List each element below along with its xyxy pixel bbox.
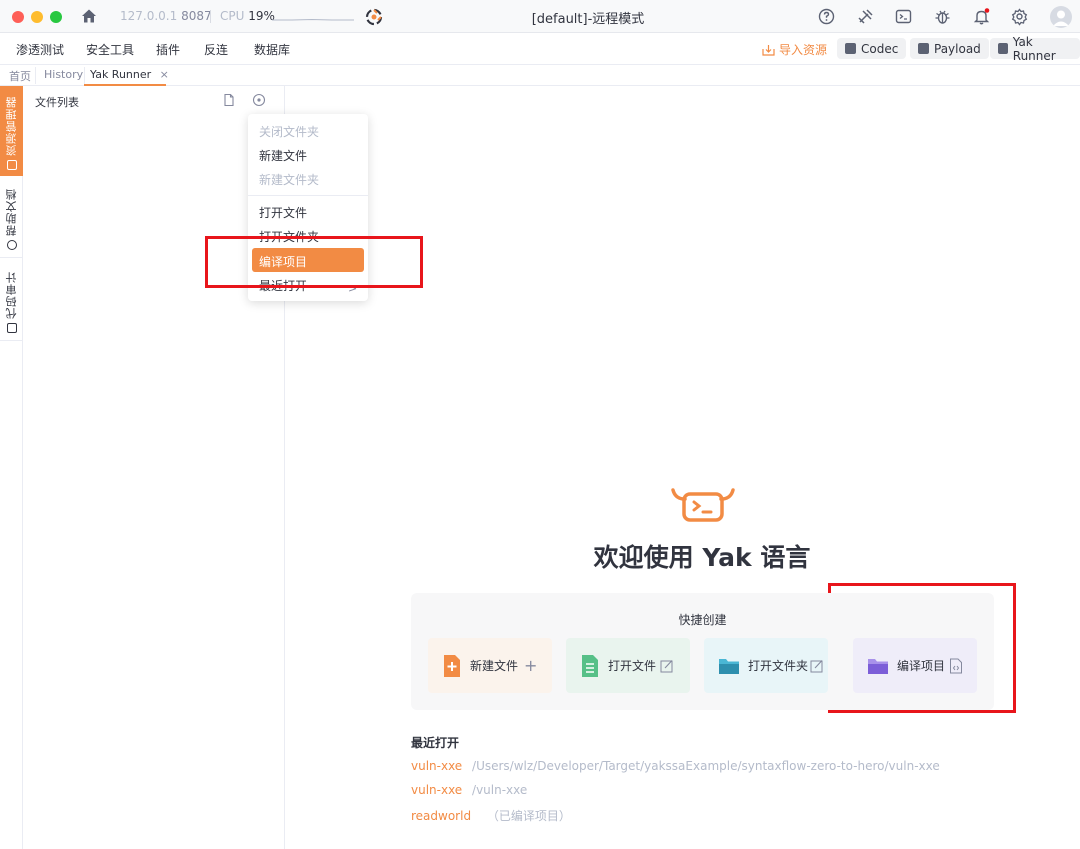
menu-item-new-folder[interactable]: 新建文件夹	[259, 171, 319, 188]
terminal-icon[interactable]	[894, 7, 913, 26]
sidebar-item-label: 代码审计	[4, 271, 18, 319]
file-icon	[6, 160, 17, 170]
main-menu-bar: 渗透测试 安全工具 插件 反连 数据库 导入资源 Codec Payload Y…	[0, 33, 1080, 65]
quick-new-file-card[interactable]: 新建文件 +	[428, 638, 552, 693]
title-bar: 127.0.0.1 8087 CPU 19% [default]-远程模式	[0, 0, 1080, 33]
import-resources-label: 导入资源	[779, 43, 828, 57]
project-folder-icon	[868, 658, 888, 674]
tab-yak-runner-label: Yak Runner	[90, 68, 152, 81]
file-list-title: 文件列表	[35, 96, 79, 109]
edit-icon	[810, 659, 823, 672]
menu-plugins[interactable]: 插件	[156, 41, 180, 58]
recent-title: 最近打开	[411, 736, 460, 750]
new-file-icon[interactable]	[222, 93, 236, 107]
code-icon	[6, 323, 17, 333]
sidebar-item-label: 资源管理器	[4, 96, 18, 156]
quick-card-label: 打开文件夹	[748, 659, 809, 673]
recent-item-path: /vuln-xxe	[472, 783, 528, 797]
menu-pentest[interactable]: 渗透测试	[16, 41, 64, 58]
recent-item-path: /Users/wlz/Developer/Target/yakssaExampl…	[472, 759, 940, 773]
menu-database[interactable]: 数据库	[254, 41, 290, 58]
help-icon[interactable]	[817, 7, 836, 26]
notification-bell-icon[interactable]	[972, 7, 991, 26]
quick-card-label: 新建文件	[470, 659, 519, 673]
close-tab-icon[interactable]: ×	[160, 68, 169, 81]
edit-icon	[660, 659, 673, 672]
new-file-icon	[444, 654, 460, 677]
payload-button[interactable]: Payload	[910, 38, 989, 59]
payload-icon	[918, 43, 929, 54]
quick-create-panel: 快捷创建 新建文件 + 打开文件 打开文件夹 编译项目	[411, 593, 994, 710]
terminal-icon	[998, 43, 1008, 54]
vertical-sidebar: 资源管理器 帮助文档 代码审计	[0, 86, 23, 849]
recent-item-name[interactable]: vuln-xxe	[411, 759, 462, 773]
yak-runner-label: Yak Runner	[1012, 34, 1056, 63]
tools-icon[interactable]	[856, 7, 875, 26]
file-list-panel: 文件列表	[23, 86, 285, 849]
yak-logo-icon	[671, 488, 735, 522]
help-icon	[6, 240, 17, 250]
settings-gear-icon[interactable]	[1010, 7, 1029, 26]
recent-item-name[interactable]: readworld	[411, 809, 471, 823]
sidebar-item-code-audit[interactable]: 代码审计	[0, 261, 23, 341]
quick-open-file-card[interactable]: 打开文件	[566, 638, 690, 693]
bug-icon[interactable]	[933, 7, 952, 26]
quick-compile-project-card[interactable]: 编译项目	[853, 638, 977, 693]
user-avatar[interactable]	[1050, 6, 1072, 28]
folder-icon	[719, 658, 739, 674]
codec-icon	[845, 43, 856, 54]
import-icon	[762, 44, 775, 56]
divider	[35, 67, 36, 84]
recent-item-name[interactable]: vuln-xxe	[411, 783, 462, 797]
tab-home[interactable]: 首页	[9, 68, 31, 84]
menu-item-close-folder[interactable]: 关闭文件夹	[259, 123, 319, 140]
window-title: [default]-远程模式	[531, 12, 645, 27]
sidebar-item-help-docs[interactable]: 帮助文档	[0, 178, 23, 258]
recent-item[interactable]: vuln-xxe /vuln-xxe	[411, 783, 527, 797]
user-icon	[1053, 10, 1069, 26]
sidebar-item-explorer[interactable]: 资源管理器	[0, 86, 23, 176]
yak-runner-button[interactable]: Yak Runner	[990, 35, 1080, 63]
plus-icon: +	[524, 656, 538, 675]
payload-label: Payload	[934, 41, 981, 56]
codec-label: Codec	[861, 41, 899, 56]
welcome-title: 欢迎使用 Yak 语言	[593, 543, 811, 572]
codec-button[interactable]: Codec	[837, 38, 907, 59]
recent-item[interactable]: vuln-xxe /Users/wlz/Developer/Target/yak…	[411, 759, 940, 773]
highlight-box-menu	[205, 236, 423, 288]
tab-yak-runner[interactable]: Yak Runner ×	[90, 68, 169, 81]
menu-item-open-file[interactable]: 打开文件	[259, 204, 307, 221]
recent-item[interactable]: readworld （已编译项目）	[411, 807, 571, 824]
menu-item-new-file[interactable]: 新建文件	[259, 147, 307, 164]
quick-create-title: 快捷创建	[678, 613, 727, 627]
import-resources-button[interactable]: 导入资源	[762, 41, 827, 58]
menu-security-tools[interactable]: 安全工具	[86, 41, 134, 58]
more-options-icon[interactable]	[252, 93, 266, 107]
compile-file-icon	[950, 658, 963, 673]
menu-divider	[248, 195, 368, 196]
menu-reverse-connection[interactable]: 反连	[204, 41, 228, 58]
tab-history[interactable]: History	[44, 68, 83, 81]
quick-card-label: 编译项目	[897, 659, 946, 673]
quick-card-label: 打开文件	[608, 659, 657, 673]
recent-item-path: （已编译项目）	[486, 809, 571, 823]
sidebar-item-label: 帮助文档	[4, 188, 18, 236]
open-file-icon	[582, 654, 598, 677]
quick-open-folder-card[interactable]: 打开文件夹	[704, 638, 828, 693]
divider	[84, 67, 85, 84]
